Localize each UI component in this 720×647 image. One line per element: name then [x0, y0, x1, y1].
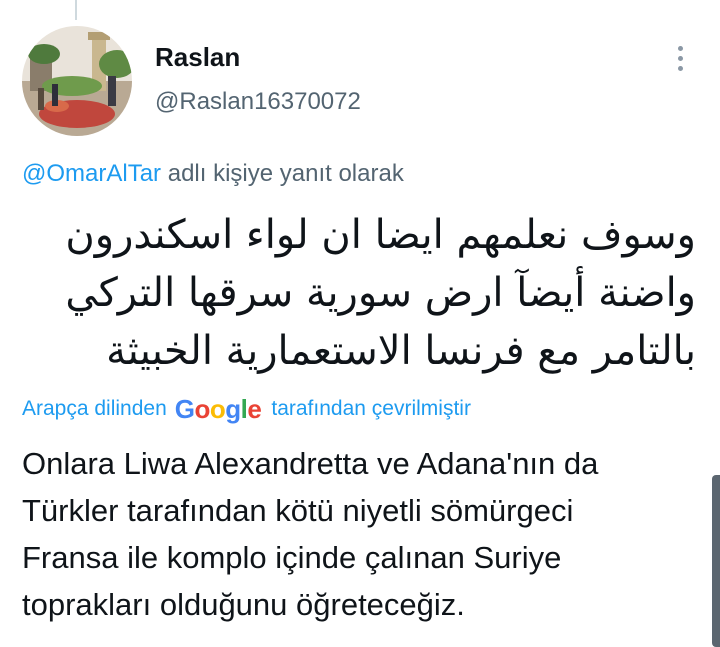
user-handle[interactable]: @Raslan16370072: [155, 86, 361, 118]
translated-text-line: Onlara Liwa Alexandretta ve Adana'nın da: [22, 446, 599, 481]
thread-connector-line: [75, 0, 77, 20]
more-vertical-icon: [677, 45, 683, 51]
more-vertical-icon-dot: [677, 65, 683, 71]
avatar[interactable]: [22, 26, 132, 136]
reply-context: @OmarAlTar adlı kişiye yanıt olarak: [22, 158, 404, 190]
tweet-text: وسوف نعلمهم ايضا ان لواء اسكندرون واضنة …: [40, 206, 696, 380]
google-logo: Google: [174, 394, 262, 424]
more-vertical-icon-dot: [677, 55, 683, 61]
tweet-text-line: واضنة أيضآ ارض سورية سرقها التركي: [65, 270, 696, 316]
translated-text-line: Türkler tarafından kötü niyetli sömürgec…: [22, 493, 574, 528]
translation-prefix: Arapça dilinden: [22, 397, 167, 420]
translation-suffix: tarafından çevrilmiştir: [271, 397, 471, 420]
reply-to-mention-link[interactable]: @OmarAlTar: [22, 160, 161, 187]
reply-context-label: adlı kişiye yanıt olarak: [161, 160, 404, 187]
translation-attribution[interactable]: Arapça dilinden Google tarafından çevril…: [22, 394, 471, 424]
avatar-image: [22, 26, 132, 136]
display-name[interactable]: Raslan: [155, 40, 240, 74]
tweet-text-line: وسوف نعلمهم ايضا ان لواء اسكندرون: [65, 212, 696, 258]
translated-text-line: toprakları olduğunu öğreteceğiz.: [22, 587, 465, 622]
translated-text-line: Fransa ile komplo içinde çalınan Suriye: [22, 540, 562, 575]
translated-text: Onlara Liwa Alexandretta ve Adana'nın da…: [22, 440, 702, 628]
scrollbar-thumb[interactable]: [712, 475, 720, 647]
more-options-button[interactable]: [664, 40, 696, 76]
tweet-text-line: بالتامر مع فرنسا الاستعمارية الخبيثة: [106, 328, 696, 374]
